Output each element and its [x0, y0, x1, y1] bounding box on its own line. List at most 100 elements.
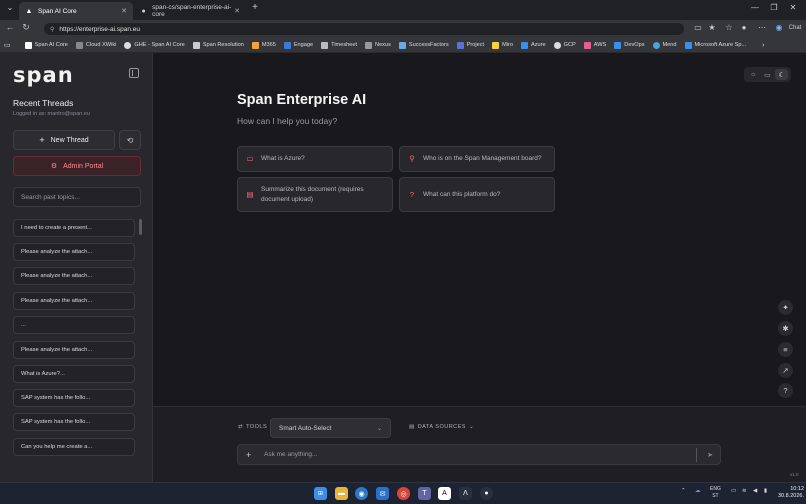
suggestion-text: Who is on the Span Management board? [423, 155, 542, 163]
bookmark-devops[interactable]: DevOps [614, 41, 645, 49]
thread-item[interactable]: I need to create a present... [13, 219, 135, 237]
bookmark-star-icon[interactable]: ★ [706, 23, 718, 32]
version-label: v1.0 [790, 472, 799, 477]
thread-item[interactable]: Can you help me create a... [13, 438, 135, 456]
document-icon: ▤ [246, 189, 254, 199]
close-tab-icon[interactable]: ✕ [234, 7, 240, 15]
site-info-icon[interactable]: ⚲ [50, 26, 54, 33]
teams-icon[interactable]: T [418, 487, 431, 500]
span-favicon-icon: ▲ [25, 7, 33, 15]
onedrive-icon[interactable]: ☁ [695, 488, 701, 494]
page-title: Span Enterprise AI [237, 92, 367, 108]
url-field[interactable]: ⚲ https://enterprise-ai.span.eu [44, 23, 684, 35]
search-topics-input[interactable]: Search past topics... [13, 187, 141, 207]
refresh-icon: ⟲ [126, 135, 134, 145]
bug-icon[interactable]: ✱ [778, 321, 793, 336]
bookmark-timesheet[interactable]: Timesheet [321, 41, 357, 49]
chat-button[interactable]: Chat [785, 25, 805, 31]
sliders-icon[interactable]: ≡ [778, 342, 793, 357]
chrome-icon[interactable]: ◎ [397, 487, 410, 500]
bookmark-successfactors[interactable]: SuccessFactors [398, 41, 449, 49]
bookmark-azure[interactable]: Azure [521, 41, 546, 49]
bookmark-m365[interactable]: M365 [251, 41, 276, 49]
system-theme-icon[interactable]: ▭ [761, 69, 774, 80]
send-icon[interactable]: ➤ [707, 451, 713, 459]
thread-item[interactable]: SAP system has the follo... [13, 389, 135, 407]
start-menu-icon[interactable]: ⊞ [314, 487, 327, 500]
thread-item[interactable]: SAP system has the follo... [13, 413, 135, 431]
close-window-icon[interactable]: ✕ [786, 3, 800, 12]
file-explorer-icon[interactable]: ▬ [335, 487, 348, 500]
attach-plus-icon[interactable]: + [246, 450, 251, 460]
bookmarks-menu-icon[interactable]: ▭ [4, 41, 11, 49]
github-desktop-icon[interactable]: ● [480, 487, 493, 500]
bookmark-engage[interactable]: Engage [283, 41, 313, 49]
bookmark-mend[interactable]: Mend [652, 41, 677, 49]
bookmark-cloud-xwiki[interactable]: Cloud XWiki [75, 41, 116, 49]
threads-scrollbar[interactable] [139, 219, 142, 235]
bookmark-project[interactable]: Project [456, 41, 484, 49]
edge-browser-icon[interactable]: ◉ [355, 487, 368, 500]
minimize-icon[interactable]: — [748, 3, 762, 12]
suggestion-card[interactable]: ▤ Summarize this document (requires docu… [237, 177, 393, 212]
bookmark-azure-sp[interactable]: Microsoft Azure Sp... [684, 41, 746, 49]
plus-icon: + [39, 135, 45, 145]
data-sources-button[interactable]: ▤ DATA SOURCES ⌄ [409, 424, 474, 430]
lightbulb-icon[interactable]: ✦ [778, 300, 793, 315]
bookmark-miro[interactable]: Miro [492, 41, 513, 49]
battery-icon[interactable]: ▮ [764, 488, 767, 494]
tab-span-ai-core[interactable]: ▲ Span AI Core ✕ [19, 2, 133, 20]
more-menu-icon[interactable]: ⋯ [756, 23, 768, 32]
wifi-icon[interactable]: ≋ [742, 488, 747, 494]
bookmark-aws[interactable]: AWS [583, 41, 606, 49]
favorites-icon[interactable]: ☆ [723, 23, 735, 32]
thread-item[interactable]: Please analyze the attach... [13, 341, 135, 359]
span-logo: span [13, 63, 74, 87]
model-select[interactable]: Smart Auto-Select ⌄ [270, 418, 391, 438]
clock[interactable]: 10:12 30.8.2026. [778, 486, 804, 501]
tray-chevron-icon[interactable]: ⌃ [681, 488, 686, 494]
thread-item[interactable]: Please analyze the attach... [13, 267, 135, 285]
reload-icon[interactable]: ↻ [20, 22, 32, 33]
volume-icon[interactable]: ◀ [753, 488, 757, 494]
profile-avatar[interactable]: ● [738, 23, 750, 32]
bookmark-ghe[interactable]: GHE - Span AI Core [124, 41, 185, 49]
bookmark-nexus[interactable]: Nexus [365, 41, 391, 49]
thread-item[interactable]: What is Azure?... [13, 365, 135, 383]
outlook-icon[interactable]: ✉ [376, 487, 389, 500]
app-icon[interactable]: A [438, 487, 451, 500]
bookmark-span-resolution[interactable]: Span Resolution [192, 41, 244, 49]
close-tab-icon[interactable]: ✕ [121, 7, 127, 15]
new-tab-button[interactable]: + [248, 2, 262, 13]
thread-item[interactable]: Please analyze the attach... [13, 292, 135, 310]
refresh-threads-button[interactable]: ⟲ [119, 130, 141, 150]
tab-menu-icon[interactable]: ⌄ [3, 3, 17, 12]
tab-github[interactable]: ● span-cs/span-enterprise-ai-core ✕ [134, 2, 246, 20]
new-thread-button[interactable]: + New Thread [13, 130, 115, 150]
install-app-icon[interactable]: ▭ [692, 23, 704, 32]
bookmarks-overflow-icon[interactable]: › [762, 42, 764, 49]
copilot-icon[interactable]: ◉ [773, 23, 785, 32]
suggestion-card[interactable]: ? What can this platform do? [399, 177, 555, 212]
thread-item[interactable]: Please analyze the attach... [13, 243, 135, 261]
dark-theme-icon[interactable]: ☾ [775, 69, 789, 80]
tools-label[interactable]: ⇄ TOOLS [238, 424, 267, 430]
message-input[interactable]: + Ask me anything... ➤ [237, 444, 721, 465]
thread-item[interactable]: ... [13, 316, 135, 334]
display-icon[interactable]: ▭ [731, 488, 736, 494]
help-circle-icon[interactable]: ? [778, 383, 793, 398]
bookmark-span-ai-core[interactable]: Span AI Core [24, 41, 68, 49]
bookmark-gcp[interactable]: GCP [553, 41, 576, 49]
search-icon: ⚲ [409, 154, 415, 164]
collapse-sidebar-icon[interactable] [129, 68, 139, 78]
chat-icon: ▭ [246, 154, 254, 164]
terminal-icon[interactable]: Λ [459, 487, 472, 500]
suggestion-card[interactable]: ▭ What is Azure? [237, 146, 393, 172]
maximize-icon[interactable]: ❐ [767, 3, 781, 12]
suggestion-card[interactable]: ⚲ Who is on the Span Management board? [399, 146, 555, 172]
back-icon[interactable]: ← [4, 22, 16, 32]
admin-portal-button[interactable]: ⚙ Admin Portal [13, 156, 141, 176]
language-indicator[interactable]: ENG ST [710, 486, 721, 499]
light-theme-icon[interactable]: ☼ [747, 69, 760, 80]
analytics-icon[interactable]: ↗ [778, 363, 793, 378]
